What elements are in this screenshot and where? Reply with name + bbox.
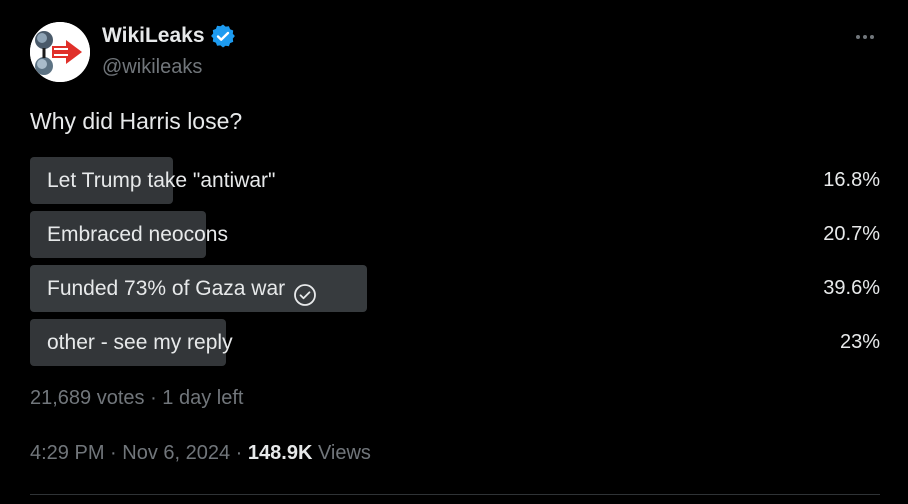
verified-badge-icon[interactable] <box>210 24 235 48</box>
poll-option-label: Funded 73% of Gaza war <box>47 265 317 312</box>
avatar[interactable] <box>30 22 90 82</box>
poll-meta: 21,689 votes · 1 day left <box>30 387 244 409</box>
check-circle-icon <box>293 277 317 306</box>
poll-option-percent: 16.8% <box>823 169 880 191</box>
divider <box>30 494 880 495</box>
poll-option: Embraced neocons 20.7% <box>30 211 880 258</box>
poll-option-percent: 20.7% <box>823 223 880 245</box>
poll-option-label: Let Trump take "antiwar" <box>47 169 276 192</box>
tweet-text: Why did Harris lose? <box>30 108 243 134</box>
more-icon[interactable] <box>850 22 880 52</box>
poll-option: Let Trump take "antiwar" 16.8% <box>30 157 880 204</box>
poll-option-label: Embraced neocons <box>47 223 228 246</box>
views-count: 148.9K <box>247 442 313 464</box>
poll-option-winner: Funded 73% of Gaza war 39.6% <box>30 265 880 312</box>
author-handle[interactable]: @wikileaks <box>102 56 202 79</box>
author-name-row[interactable]: WikiLeaks <box>102 24 235 48</box>
poll-option-label: other - see my reply <box>47 331 233 354</box>
views-label: Views <box>312 442 371 464</box>
author-display-name[interactable]: WikiLeaks <box>102 24 205 48</box>
tweet-timestamp[interactable]: 4:29 PM · Nov 6, 2024 · <box>30 442 248 464</box>
wikileaks-logo-icon <box>30 22 90 82</box>
poll-option: other - see my reply 23% <box>30 319 880 366</box>
poll-option-percent: 23% <box>839 331 880 353</box>
poll: Let Trump take "antiwar" 16.8% Embraced … <box>30 157 880 373</box>
poll-option-percent: 39.6% <box>823 277 880 299</box>
tweet-footer: 4:29 PM · Nov 6, 2024 · 148.9K Views <box>30 442 371 465</box>
